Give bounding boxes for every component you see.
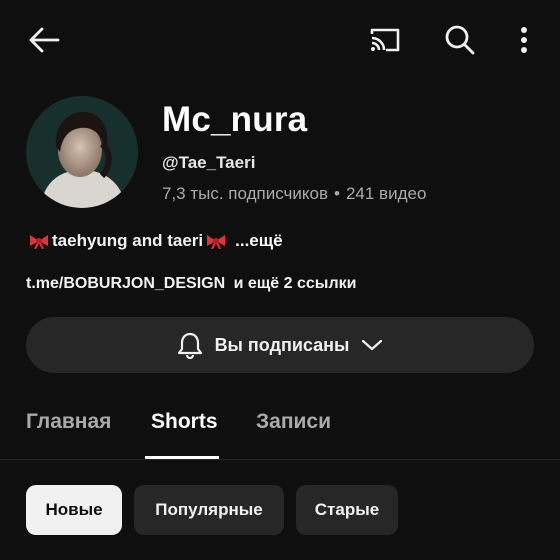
search-icon <box>444 24 476 56</box>
cast-icon <box>368 26 402 54</box>
arrow-left-icon <box>28 26 60 54</box>
channel-description[interactable]: taehyung and taeri ...ещё <box>26 231 283 251</box>
subscribed-label: Вы подписаны <box>214 334 350 355</box>
red-bow-emoji-icon <box>28 233 50 249</box>
more-links-text[interactable]: и ещё 2 ссылки <box>234 275 357 292</box>
stats-separator: • <box>334 184 340 203</box>
channel-link-url[interactable]: t.me/BOBURJON_DESIGN <box>26 275 225 292</box>
active-tab-indicator <box>145 456 219 459</box>
tab-posts[interactable]: Записи <box>256 410 331 434</box>
channel-screen: Mc_nura @Tae_Taeri 7,3 тыс. подписчиков … <box>0 0 560 560</box>
more-options-button[interactable] <box>508 22 540 58</box>
channel-avatar[interactable] <box>26 96 138 208</box>
channel-tabs: Главная Shorts Записи <box>0 396 560 460</box>
channel-stats: 7,3 тыс. подписчиков • 241 видео <box>162 184 426 204</box>
filter-chip-new[interactable]: Новые <box>26 485 122 535</box>
subscribed-button[interactable]: Вы подписаны <box>26 317 534 373</box>
tab-home[interactable]: Главная <box>26 410 111 434</box>
search-button[interactable] <box>440 22 480 58</box>
avatar-photo <box>26 96 138 208</box>
filter-chip-popular[interactable]: Популярные <box>134 485 284 535</box>
more-vertical-icon <box>520 26 528 54</box>
description-more-link[interactable]: ...ещё <box>235 231 282 251</box>
bell-icon <box>177 331 203 359</box>
description-text: taehyung and taeri <box>52 231 204 250</box>
top-app-bar <box>0 0 560 80</box>
video-count: 241 видео <box>345 184 427 203</box>
channel-name: Mc_nura <box>162 100 308 139</box>
cast-button[interactable] <box>364 22 406 58</box>
subscriber-count: 7,3 тыс. подписчиков <box>162 184 328 203</box>
tab-shorts[interactable]: Shorts <box>151 410 218 434</box>
channel-handle: @Tae_Taeri <box>162 153 256 172</box>
filter-chip-old[interactable]: Старые <box>296 485 398 535</box>
chevron-down-icon <box>361 338 383 352</box>
channel-links[interactable]: t.me/BOBURJON_DESIGN и ещё 2 ссылки <box>26 275 356 293</box>
red-bow-emoji-icon <box>205 233 227 249</box>
back-button[interactable] <box>24 22 64 58</box>
